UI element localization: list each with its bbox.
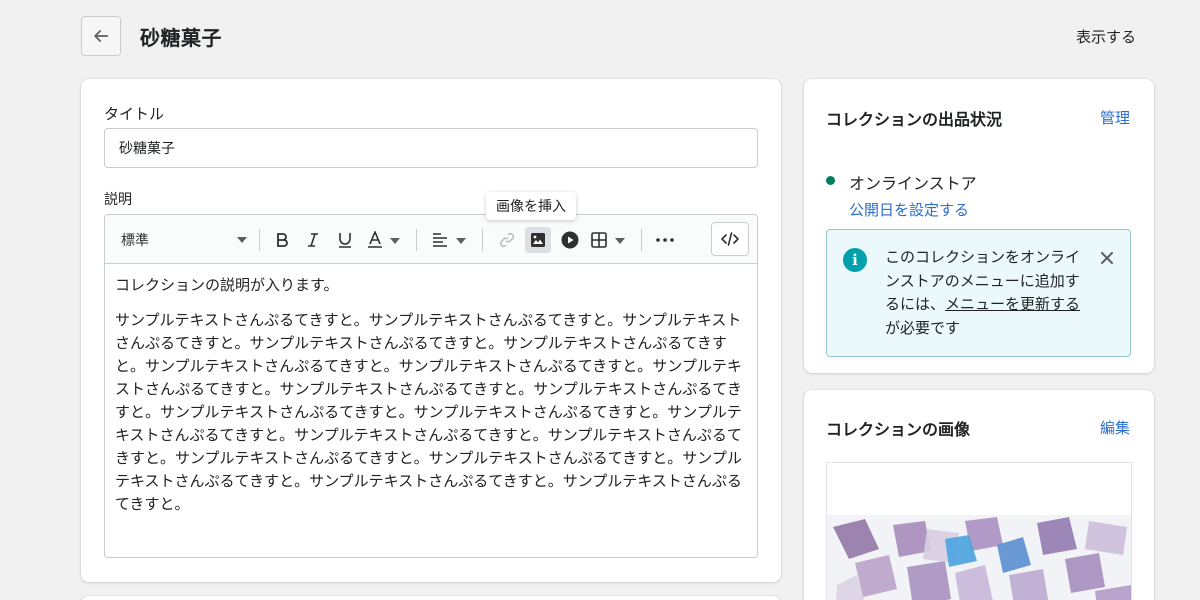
close-icon	[1101, 252, 1113, 264]
insert-image-tooltip: 画像を挿入	[486, 192, 576, 220]
toolbar-divider	[259, 229, 260, 251]
channel-name: オンラインストア	[849, 174, 977, 193]
collection-image-card: コレクションの画像 編集	[804, 390, 1154, 600]
insert-image-button[interactable]	[525, 227, 551, 253]
info-icon: i	[843, 248, 867, 272]
collection-details-card: タイトル 砂糖菓子 説明 標準 コレクションの説明が入ります。 サンプルテキスト…	[81, 79, 781, 582]
insert-image-icon	[531, 233, 545, 247]
sugar-candy-image	[827, 515, 1131, 600]
underline-icon	[339, 233, 351, 248]
description-label: 説明	[104, 192, 132, 208]
table-button[interactable]	[589, 227, 629, 253]
text-color-button[interactable]	[366, 227, 404, 253]
title-input[interactable]: 砂糖菓子	[104, 128, 758, 168]
toolbar-divider	[482, 229, 483, 251]
editor-paragraph: サンプルテキストさんぷるてきすと。サンプルテキストさんぷるてきすと。サンプルテキ…	[115, 311, 742, 513]
insert-video-icon	[561, 231, 579, 249]
banner-text: このコレクションをオンラインストアのメニューに追加するには、メニューを更新するが…	[885, 246, 1085, 340]
insert-video-button[interactable]	[557, 227, 583, 253]
title-label: タイトル	[104, 105, 165, 123]
next-card	[81, 596, 781, 600]
sugar-candy-photo	[827, 515, 1131, 600]
editor-content[interactable]: コレクションの説明が入ります。 サンプルテキストさんぷるてきすと。サンプルテキス…	[105, 264, 757, 516]
more-icon	[656, 238, 674, 242]
status-dot	[826, 176, 835, 185]
editor-toolbar: 標準	[105, 215, 757, 264]
view-button[interactable]: 表示する	[1076, 26, 1136, 47]
description-editor: 標準 コレクションの説明が入ります。 サンプルテキストさんぷるてきすと。サンプル…	[104, 214, 758, 558]
arrow-left-icon	[94, 30, 109, 42]
bold-icon	[277, 233, 288, 247]
availability-heading: コレクションの出品状況	[826, 110, 1003, 129]
back-button[interactable]	[81, 16, 121, 56]
edit-image-button[interactable]: 編集	[1100, 417, 1130, 438]
update-menu-link[interactable]: メニューを更新する	[945, 295, 1080, 313]
more-button[interactable]	[653, 227, 677, 253]
table-icon	[591, 232, 625, 248]
editor-paragraph: コレクションの説明が入ります。	[115, 276, 339, 294]
italic-button[interactable]	[302, 227, 324, 253]
italic-icon	[308, 233, 318, 247]
code-icon	[721, 232, 739, 246]
caret-down-icon	[237, 237, 247, 243]
toolbar-divider	[416, 229, 417, 251]
align-icon	[433, 233, 466, 247]
link-button[interactable]	[494, 227, 520, 253]
text-color-icon	[368, 231, 400, 248]
set-publish-date-link[interactable]: 公開日を設定する	[849, 199, 969, 220]
bold-button[interactable]	[271, 227, 293, 253]
underline-button[interactable]	[334, 227, 356, 253]
format-select-value: 標準	[121, 233, 149, 249]
page-title: 砂糖菓子	[140, 26, 222, 50]
toolbar-divider	[641, 229, 642, 251]
link-icon	[499, 232, 515, 248]
availability-card: コレクションの出品状況 管理 オンラインストア 公開日を設定する i このコレク…	[804, 79, 1154, 373]
show-html-button[interactable]	[711, 222, 749, 256]
page: 砂糖菓子 表示する タイトル 砂糖菓子 説明 標準 コレクションの説明が入ります…	[0, 0, 1200, 600]
image-heading: コレクションの画像	[826, 420, 971, 439]
align-button[interactable]	[430, 227, 470, 253]
info-banner: i このコレクションをオンラインストアのメニューに追加するには、メニューを更新す…	[826, 229, 1131, 357]
title-input-value: 砂糖菓子	[119, 141, 175, 157]
banner-text-after: が必要です	[885, 318, 961, 337]
collection-image[interactable]	[826, 462, 1132, 600]
format-select[interactable]: 標準	[121, 227, 247, 253]
manage-button[interactable]: 管理	[1100, 107, 1130, 128]
banner-close-button[interactable]	[1097, 248, 1117, 268]
